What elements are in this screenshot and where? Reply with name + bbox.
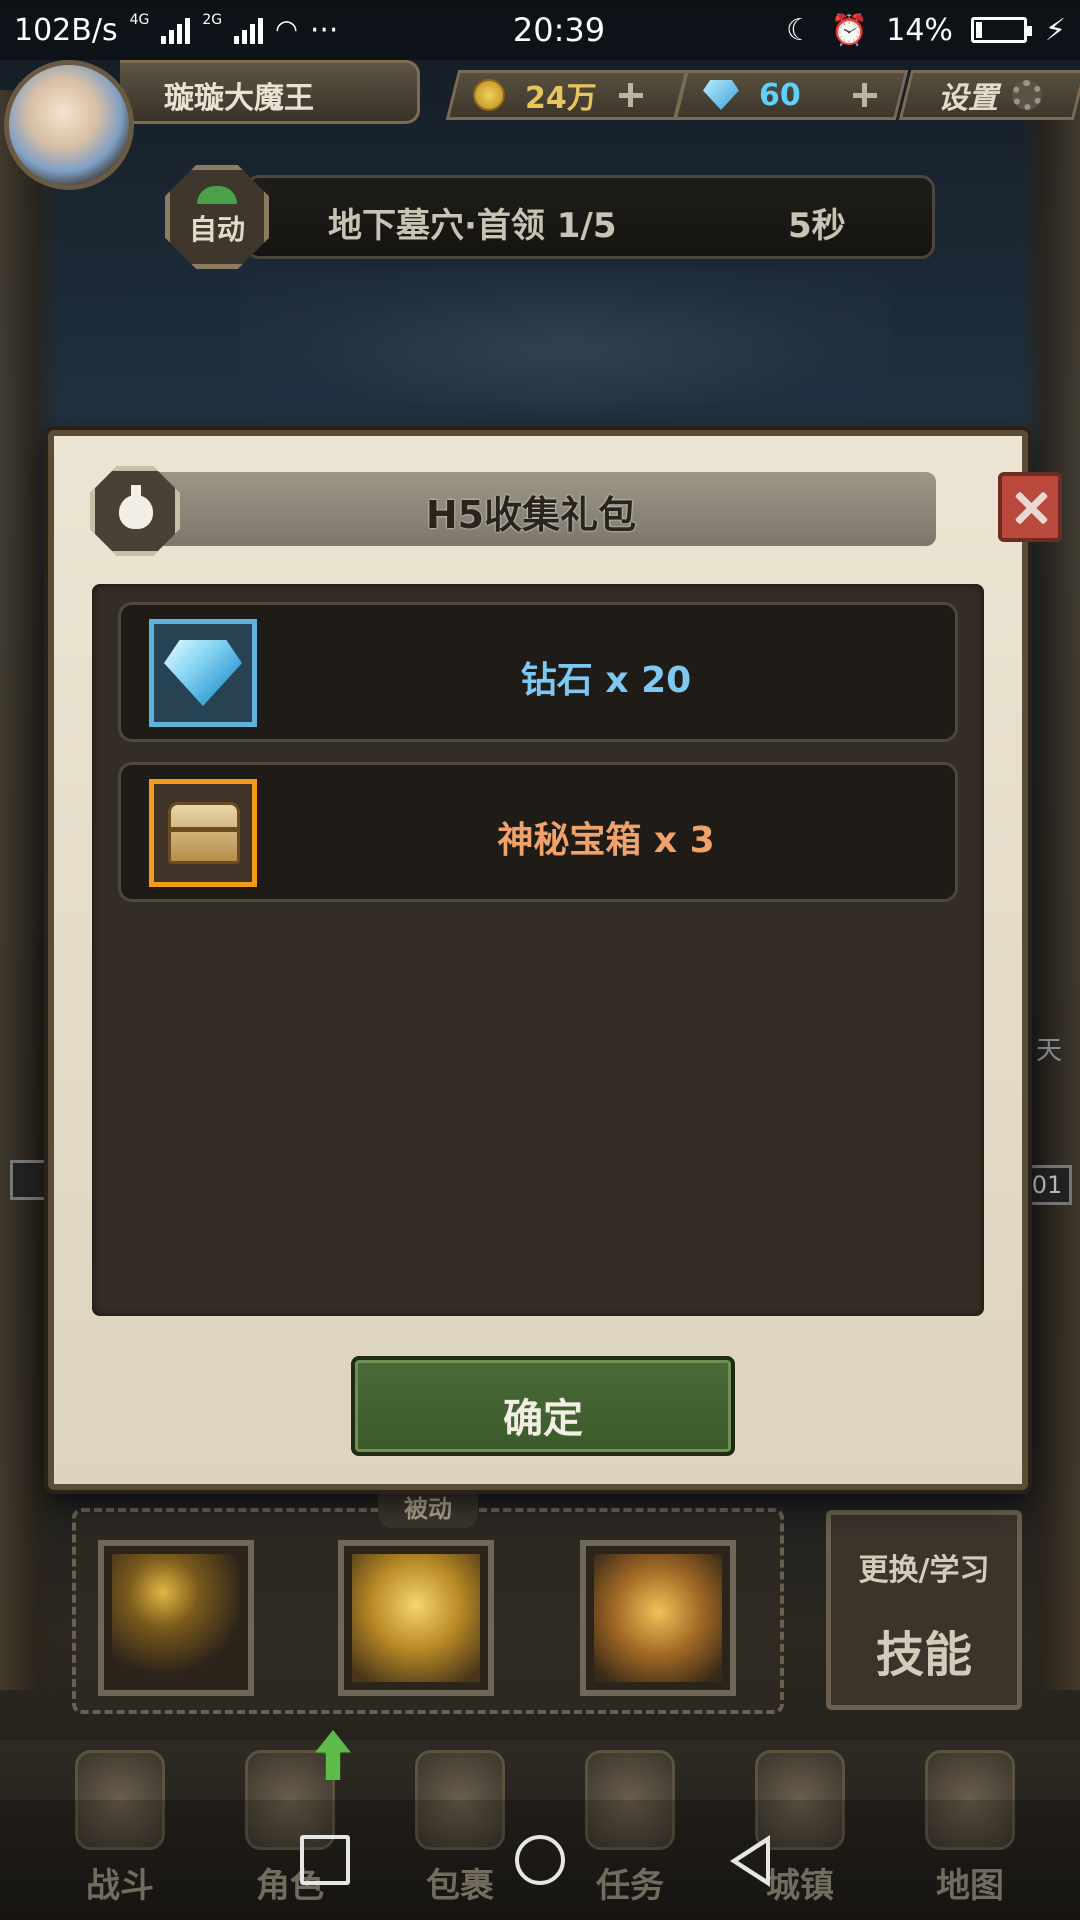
gold-counter: 24万: [445, 70, 689, 120]
stage-timer: 5秒: [788, 206, 846, 246]
reward-label: 神秘宝箱 x 3: [497, 820, 715, 861]
gift-pack-dialog: H5收集礼包 钻石 x 20 神秘宝箱 x 3 确定: [48, 430, 1062, 1490]
shield-skill-icon: [594, 1554, 722, 1682]
coin-icon: [473, 79, 505, 111]
recent-apps-icon[interactable]: [300, 1835, 350, 1885]
auto-battle-button[interactable]: 自动: [165, 165, 269, 269]
system-navigation-bar: [0, 1800, 1080, 1920]
list-item: 神秘宝箱 x 3: [118, 762, 958, 902]
skill-slot-1[interactable]: [98, 1540, 254, 1696]
auto-indicator-icon: [197, 186, 237, 204]
player-avatar[interactable]: [4, 60, 134, 190]
stage-name: 地下墓穴·首领 1/5: [328, 206, 617, 246]
treasure-chest-icon: [149, 779, 257, 887]
side-text: 天: [1035, 1036, 1062, 1066]
dialog-header: H5收集礼包: [126, 472, 936, 546]
settings-label: 设置: [938, 81, 998, 116]
passive-tab[interactable]: 被动: [378, 1492, 478, 1528]
close-button[interactable]: [998, 472, 1062, 542]
stage-info-bar: 地下墓穴·首领 1/5 5秒: [245, 175, 935, 259]
reward-label: 钻石 x 20: [520, 660, 692, 701]
diamond-counter: 60: [673, 70, 909, 120]
clock: 20:39: [512, 11, 606, 49]
home-icon[interactable]: [515, 1835, 565, 1885]
more-icon: ···: [309, 12, 339, 48]
change-skill-title: 技能: [875, 1627, 972, 1683]
wifi-icon: ◠: [275, 15, 298, 45]
change-skill-button[interactable]: 更换/学习 技能: [826, 1510, 1022, 1710]
confirm-button[interactable]: 确定: [351, 1356, 735, 1456]
diamond-icon: [703, 80, 739, 110]
signal-icon: [234, 16, 264, 44]
gold-value: 24万: [525, 81, 597, 116]
player-name-plate[interactable]: 璇璇大魔王: [120, 60, 420, 124]
change-skill-subtitle: 更换/学习: [858, 1553, 990, 1588]
charging-icon: ⚡: [1044, 12, 1066, 48]
confirm-label: 确定: [503, 1396, 583, 1442]
player-name: 璇璇大魔王: [164, 81, 314, 116]
signal-2g-label: 2G: [202, 12, 223, 28]
heart-icon: [10, 1160, 50, 1200]
cave-scene: [240, 270, 890, 430]
skill-slot-3[interactable]: [580, 1540, 736, 1696]
alarm-icon: ⏰: [830, 12, 869, 48]
sword-skill-icon: [112, 1554, 240, 1682]
treasure-chest-icon: [168, 802, 240, 864]
top-hud: 璇璇大魔王 24万 60 设置: [0, 60, 1080, 190]
back-icon[interactable]: [730, 1835, 770, 1887]
skill-slot-2[interactable]: [338, 1540, 494, 1696]
status-bar: 102B/s 4G 2G ◠ ··· 20:39 ☾ ⏰ 14% ⚡: [0, 0, 1080, 60]
net-speed: 102B/s: [14, 12, 118, 48]
battery-fill: [975, 22, 982, 38]
holy-skill-icon: [352, 1554, 480, 1682]
list-item: 钻石 x 20: [118, 602, 958, 742]
signal-icon: [161, 16, 191, 44]
diamond-icon: [149, 619, 257, 727]
dialog-badge: [90, 466, 180, 556]
battery-percent: 14%: [886, 12, 953, 48]
diamond-icon: [164, 640, 242, 706]
money-bag-icon: [119, 485, 153, 529]
moon-icon: ☾: [785, 12, 813, 48]
signal-4g-label: 4G: [129, 12, 150, 28]
side-number-badge: 01: [1022, 1165, 1072, 1205]
dialog-title: H5收集礼包: [425, 493, 637, 537]
auto-label: 自动: [188, 213, 245, 246]
add-diamond-button[interactable]: [847, 77, 883, 113]
settings-button[interactable]: 设置: [898, 70, 1080, 120]
diamond-value: 60: [759, 77, 801, 113]
reward-list: 钻石 x 20 神秘宝箱 x 3: [92, 584, 984, 1316]
gear-icon: [1012, 80, 1042, 110]
battery-icon: [970, 17, 1032, 43]
add-gold-button[interactable]: [613, 77, 649, 113]
frame-ornament-right: [1020, 90, 1080, 1690]
